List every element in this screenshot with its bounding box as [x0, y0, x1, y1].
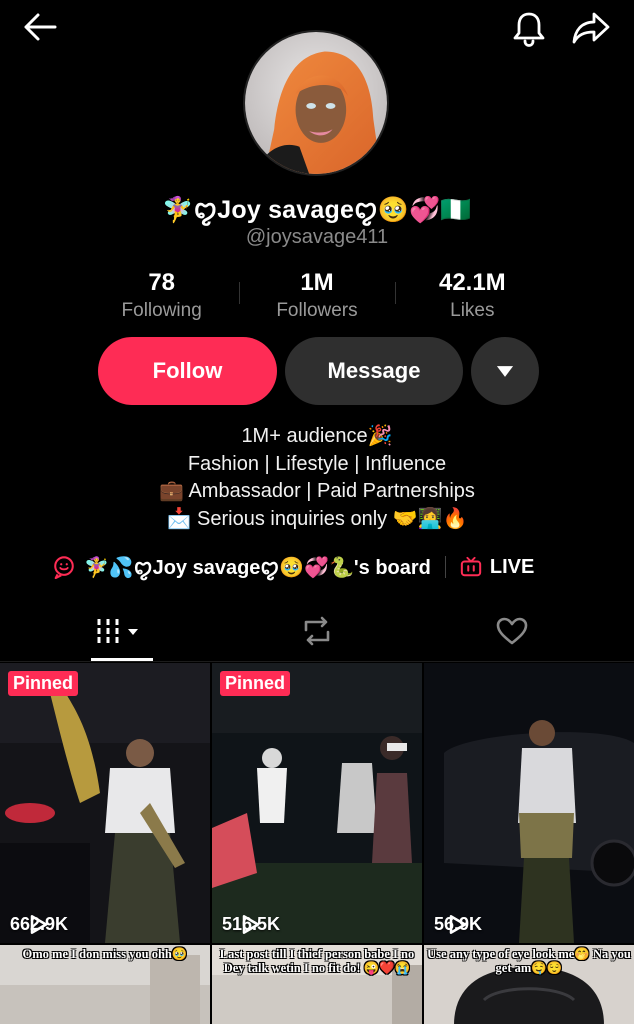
live-tv-icon: [460, 556, 482, 577]
profile-stats: 78 Following 1M Followers 42.1M Likes: [84, 268, 550, 324]
view-count: 56.9K: [434, 914, 482, 935]
followers-label: Followers: [276, 300, 358, 321]
video-caption: Use any type of eye look me🤭 Na you get …: [427, 947, 631, 975]
video-tile[interactable]: Use any type of eye look me🤭 Na you get …: [424, 945, 634, 1024]
pinned-badge: Pinned: [220, 671, 291, 696]
following-count: 78: [148, 269, 176, 296]
video-tile[interactable]: Omo me I don miss you ohh🥹: [0, 945, 210, 1024]
divider: [444, 556, 446, 578]
bell-icon[interactable]: [510, 8, 548, 48]
content-tabs: [0, 600, 634, 662]
stat-likes[interactable]: 42.1M Likes: [394, 268, 550, 324]
heart-icon: [496, 617, 528, 645]
video-caption: Last post till I thief person babe I no …: [219, 947, 415, 975]
video-thumbnail: [0, 663, 210, 943]
board-label: 🧚‍♀️💦ꨄ︎Joy savageꨄ︎🥹💞🐍's board: [84, 556, 431, 579]
following-label: Following: [121, 300, 202, 321]
bio-line: 📩 Serious inquiries only 🤝👩‍💻🔥: [166, 507, 468, 530]
video-tile[interactable]: Pinned 662.9K: [0, 663, 210, 943]
active-tab-indicator: [91, 658, 153, 661]
live-label: LIVE: [489, 555, 535, 578]
share-arrow-icon[interactable]: [570, 8, 612, 48]
caret-down-icon: [496, 365, 514, 377]
stat-followers[interactable]: 1M Followers: [239, 268, 394, 324]
username: @joysavage411: [245, 226, 389, 248]
video-tile[interactable]: 56.9K: [424, 663, 634, 943]
avatar[interactable]: [243, 30, 389, 176]
more-options-button[interactable]: [471, 337, 539, 405]
tab-reposts[interactable]: [257, 600, 377, 662]
tab-videos[interactable]: [60, 600, 180, 662]
view-count: 662.9K: [10, 914, 68, 935]
live-link[interactable]: LIVE: [460, 556, 534, 579]
play-icon: [449, 915, 467, 934]
grid-bars-icon: [97, 619, 138, 643]
follow-button[interactable]: Follow: [98, 337, 277, 405]
video-caption: Omo me I don miss you ohh🥹: [22, 947, 188, 961]
profile-actions: Follow Message: [98, 337, 539, 405]
board-icon: [54, 556, 74, 579]
tab-liked[interactable]: [452, 600, 572, 662]
board-link[interactable]: 🧚‍♀️💦ꨄ︎Joy savageꨄ︎🥹💞🐍's board: [52, 553, 431, 582]
repost-icon: [304, 616, 330, 646]
bio: 1M+ audience🎉 Fashion | Lifestyle | Infl…: [0, 423, 634, 533]
view-count: 516.5K: [222, 914, 280, 935]
bio-line: Fashion | Lifestyle | Influence: [187, 452, 447, 475]
bio-line: 1M+ audience🎉: [241, 425, 393, 447]
likes-count: 42.1M: [438, 269, 506, 296]
display-name: 🧚‍♀️ꨄ︎Joy savageꨄ︎🥹💞🇳🇬: [162, 196, 472, 224]
play-icon: [242, 915, 260, 934]
message-button[interactable]: Message: [285, 337, 463, 405]
video-thumbnail: [212, 663, 422, 943]
profile-links: 🧚‍♀️💦ꨄ︎Joy savageꨄ︎🥹💞🐍's board LIVE: [52, 550, 534, 584]
back-arrow-icon[interactable]: [22, 12, 58, 42]
followers-count: 1M: [300, 269, 334, 296]
profile-photo: [245, 32, 387, 174]
bio-line: 💼 Ambassador | Paid Partnerships: [159, 480, 475, 502]
video-thumbnail: [424, 663, 634, 943]
video-tile[interactable]: Last post till I thief person babe I no …: [212, 945, 422, 1024]
pinned-badge: Pinned: [8, 671, 79, 696]
video-tile[interactable]: Pinned 516.5K: [212, 663, 422, 943]
play-icon: [30, 915, 48, 934]
likes-label: Likes: [450, 300, 495, 321]
stat-following[interactable]: 78 Following: [84, 268, 239, 324]
